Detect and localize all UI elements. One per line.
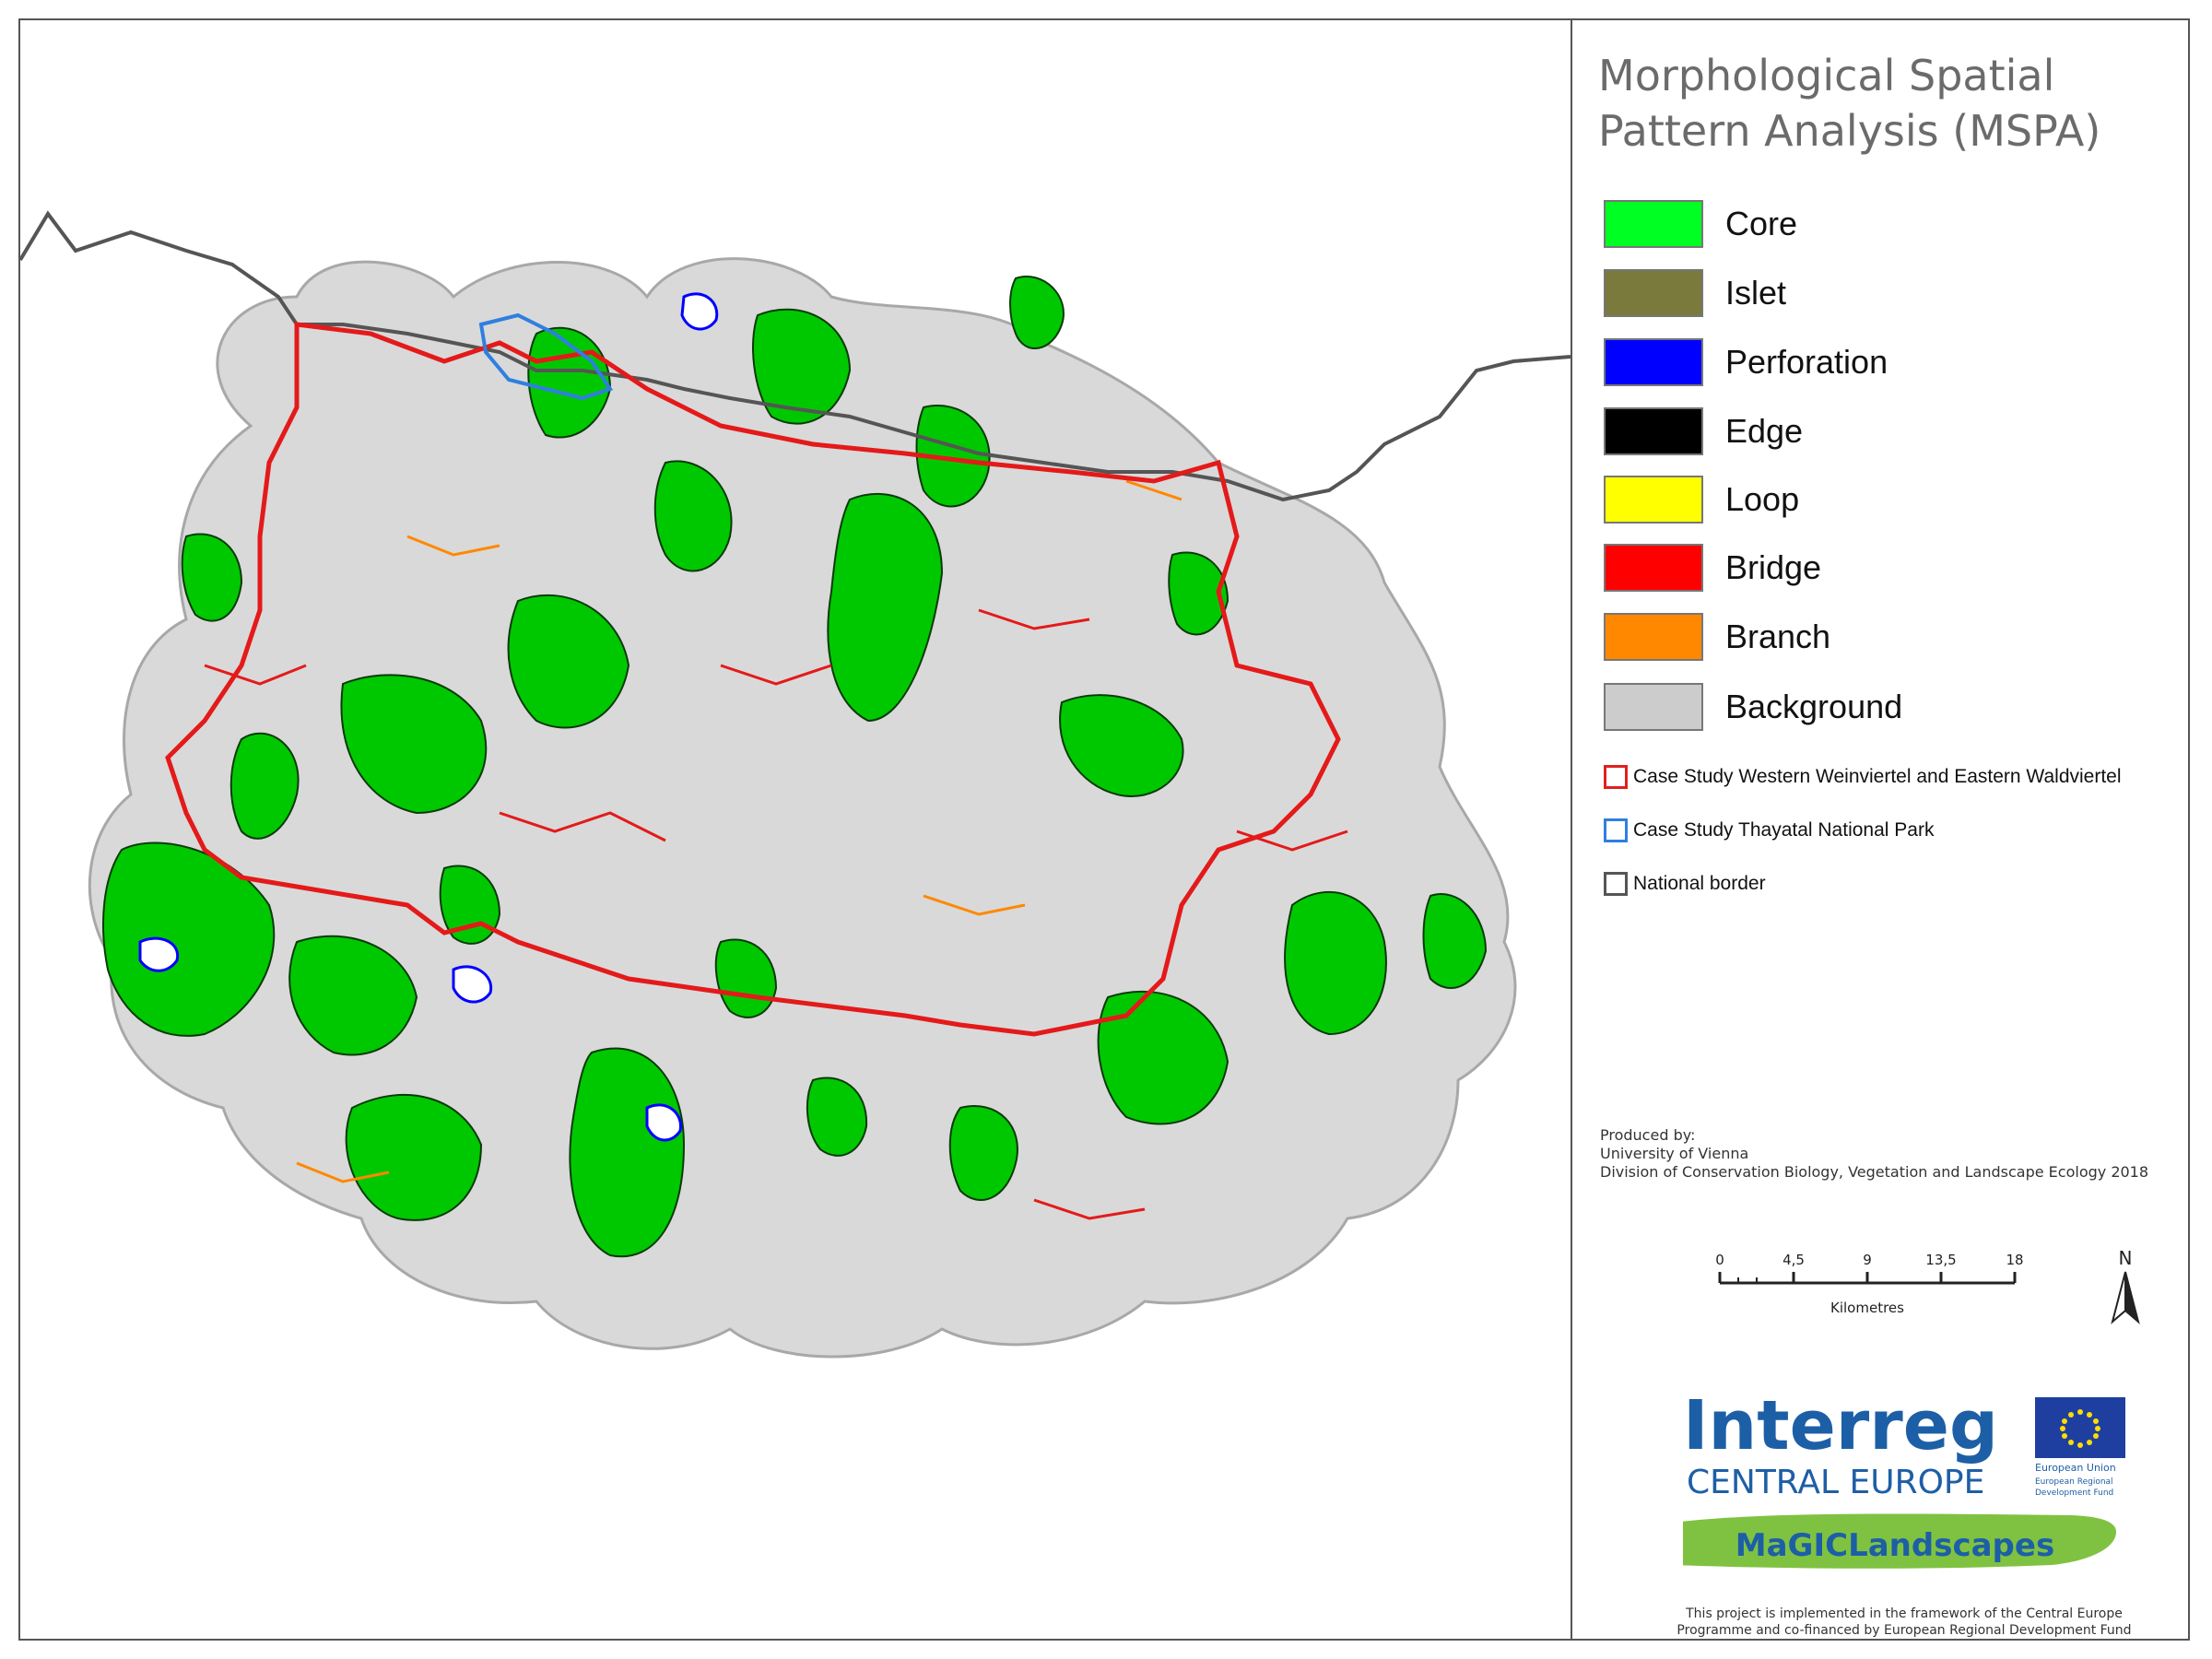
- footnote: This project is implemented in the frame…: [1646, 1606, 2162, 1639]
- eu-flag-icon: [2035, 1397, 2125, 1458]
- legend-title: Morphological Spatial Pattern Analysis (…: [1598, 48, 2170, 159]
- legend-item-islet: Islet: [1604, 266, 1786, 320]
- interreg-brand: Interreg: [1683, 1386, 1998, 1465]
- scale-bar: 0 4,5 9 13,5 18 Kilometres: [1715, 1252, 2023, 1316]
- legend-label-border: National border: [1633, 873, 1766, 894]
- legend-item-border: National border: [1604, 868, 1766, 900]
- legend-label-background: Background: [1725, 688, 1903, 725]
- loop-swatch: [1604, 476, 1703, 524]
- core-swatch: [1604, 200, 1703, 248]
- eu-line2: European Regional: [2035, 1477, 2113, 1487]
- eu-line1: European Union: [2035, 1462, 2116, 1474]
- legend-label-bridge: Bridge: [1725, 548, 1822, 586]
- legend-item-loop: Loop: [1604, 473, 1799, 526]
- perforation-swatch: [1604, 338, 1703, 386]
- legend-label-branch: Branch: [1725, 618, 1831, 655]
- weinviertel-box: [1604, 765, 1628, 789]
- thayatal-box: [1604, 818, 1628, 842]
- footnote-line2: Programme and co-financed by European Re…: [1677, 1623, 2132, 1638]
- legend-label-thayatal: Case Study Thayatal National Park: [1633, 819, 1935, 841]
- scale-tick-2: 9: [1863, 1252, 1872, 1268]
- interreg-program: CENTRAL EUROPE: [1687, 1464, 1984, 1501]
- legend-label-weinviertel: Case Study Western Weinviertel and Easte…: [1633, 766, 2122, 787]
- scale-tick-3: 13,5: [1925, 1252, 1956, 1268]
- legend-label-core: Core: [1725, 205, 1798, 242]
- scale-tick-4: 18: [2006, 1252, 2023, 1268]
- legend-label-perforation: Perforation: [1725, 343, 1888, 381]
- north-arrow-icon: N: [2111, 1247, 2140, 1324]
- scale-unit: Kilometres: [1830, 1300, 1904, 1316]
- legend-item-perforation: Perforation: [1604, 335, 1888, 389]
- interreg-logo: Interreg CENTRAL EUROPE European Union E…: [1683, 1386, 2125, 1569]
- credits: Produced by: University of Vienna Divisi…: [1600, 1126, 2148, 1182]
- legend-panel: Morphological Spatial Pattern Analysis (…: [1572, 20, 2188, 1639]
- scale-tick-0: 0: [1715, 1252, 1724, 1268]
- footnote-line1: This project is implemented in the frame…: [1686, 1606, 2123, 1621]
- legend-item-bridge: Bridge: [1604, 541, 1821, 594]
- legend-item-background: Background: [1604, 680, 1902, 734]
- legend-item-thayatal: Case Study Thayatal National Park: [1604, 815, 1934, 846]
- legend-item-branch: Branch: [1604, 610, 1830, 664]
- legend-title-line2: Pattern Analysis (MSPA): [1598, 106, 2101, 156]
- mspa-map: [20, 210, 1571, 1359]
- branch-swatch: [1604, 613, 1703, 661]
- legend-label-edge: Edge: [1725, 412, 1804, 450]
- legend-title-line1: Morphological Spatial: [1598, 51, 2055, 100]
- produced-by: Produced by:: [1600, 1126, 1696, 1144]
- bridge-swatch: [1604, 544, 1703, 592]
- border-box: [1604, 872, 1628, 896]
- legend-item-core: Core: [1604, 197, 1797, 251]
- legend-label-loop: Loop: [1725, 480, 1800, 518]
- eu-line3: Development Fund: [2035, 1488, 2113, 1498]
- map-canvas[interactable]: [20, 20, 1571, 1639]
- division: Division of Conservation Biology, Vegeta…: [1600, 1163, 2149, 1181]
- islet-swatch: [1604, 269, 1703, 317]
- background-swatch: [1604, 683, 1703, 731]
- legend-item-weinviertel: Case Study Western Weinviertel and Easte…: [1604, 761, 2122, 793]
- scale-tick-1: 4,5: [1783, 1252, 1805, 1268]
- legend-label-islet: Islet: [1725, 274, 1787, 312]
- edge-swatch: [1604, 407, 1703, 455]
- institution: University of Vienna: [1600, 1145, 1749, 1162]
- magic-project: MaGICLandscapes: [1735, 1527, 2054, 1564]
- north-label: N: [2119, 1247, 2133, 1269]
- legend-item-edge: Edge: [1604, 405, 1803, 458]
